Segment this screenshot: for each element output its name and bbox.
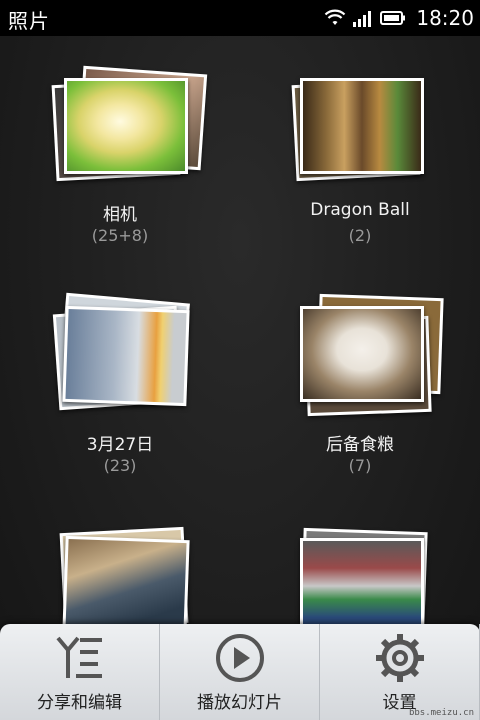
album-count: (7) bbox=[348, 456, 372, 475]
share-edit-icon bbox=[55, 636, 102, 678]
album-thumbnail-stack bbox=[58, 526, 190, 637]
album-thumbnail-stack bbox=[51, 65, 208, 182]
album-march-27[interactable]: 3月27日 (23) bbox=[0, 266, 240, 496]
album-dragon-ball[interactable]: Dragon Ball (2) bbox=[240, 36, 480, 266]
watermark: bbs.meizu.cn bbox=[408, 708, 474, 718]
cover-photo bbox=[62, 535, 190, 637]
cover-photo bbox=[62, 305, 190, 407]
album-name: 相机 bbox=[103, 205, 137, 225]
album-name: 后备食粮 bbox=[326, 435, 394, 455]
album-grid[interactable]: 相机 (25+8) Dragon Ball (2) 3月27日 (23) 后备食… bbox=[0, 36, 480, 720]
album-thumbnail-stack bbox=[298, 527, 428, 636]
album-count: (25+8) bbox=[91, 226, 149, 245]
share-edit-button[interactable]: 分享和编辑 bbox=[0, 624, 160, 720]
album-thumbnail-stack bbox=[298, 293, 444, 417]
gear-icon bbox=[375, 634, 424, 682]
album-name: Dragon Ball bbox=[310, 200, 410, 220]
battery-icon bbox=[380, 11, 406, 25]
cover-photo bbox=[300, 78, 424, 174]
cover-photo bbox=[64, 78, 188, 174]
album-reserve-food[interactable]: 后备食粮 (7) bbox=[240, 266, 480, 496]
album-name: 3月27日 bbox=[86, 435, 154, 455]
status-bar: 照片 18:20 bbox=[0, 0, 480, 36]
album-thumbnail-stack bbox=[291, 76, 426, 182]
album-thumbnail-stack bbox=[52, 292, 190, 411]
play-icon bbox=[215, 634, 264, 682]
cover-photo bbox=[300, 538, 424, 634]
cover-photo bbox=[300, 306, 424, 402]
settings-button[interactable]: 设置 bbox=[320, 624, 480, 720]
slideshow-button[interactable]: 播放幻灯片 bbox=[160, 624, 320, 720]
status-icons: 18:20 bbox=[324, 4, 474, 32]
wifi-icon bbox=[325, 9, 346, 25]
bottom-toolbar: 分享和编辑 播放幻灯片 设置 bbs.meizu.cn bbox=[0, 624, 480, 720]
slideshow-label: 播放幻灯片 bbox=[197, 693, 282, 713]
app-title: 照片 bbox=[8, 9, 50, 33]
album-count: (23) bbox=[103, 456, 137, 475]
album-count: (2) bbox=[348, 226, 372, 245]
share-edit-label: 分享和编辑 bbox=[37, 693, 122, 713]
clock: 18:20 bbox=[416, 6, 474, 30]
album-camera[interactable]: 相机 (25+8) bbox=[0, 36, 240, 266]
signal-icon bbox=[353, 11, 372, 27]
